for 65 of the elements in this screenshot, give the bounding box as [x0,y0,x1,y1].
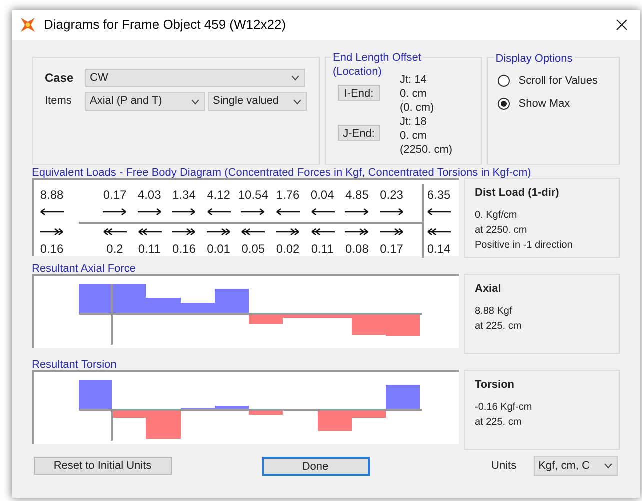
joint-label: Jt: 14 [400,73,428,87]
torsion-value: 0.05 [242,241,266,258]
items-label: Items [45,94,73,110]
offset-value: 0. cm [400,129,428,143]
case-dropdown[interactable]: CW [85,69,305,87]
info-title: Dist Load (1-dir) [475,186,560,201]
force-value: 1.76 [276,187,300,204]
info-text: at 225. cm [475,320,523,334]
window-title: Diagrams for Frame Object 459 (W12x22) [44,16,286,34]
info-text: 0. Kgf/cm [475,208,518,222]
close-icon[interactable] [616,19,628,31]
joint-label: Jt: 18 [400,115,428,129]
force-value: 0.17 [103,187,127,204]
info-title: Axial [475,282,502,297]
force-value: 4.85 [346,187,369,204]
units-dropdown[interactable]: Kgf, cm, C [534,456,618,476]
info-text: Positive in -1 direction [475,238,574,252]
torsion-value: 0.11 [138,241,161,258]
group-title: Display Options [494,51,575,68]
radio-button[interactable] [498,75,510,88]
torsion-value: 0.11 [311,241,334,258]
info-text: at 225. cm [475,416,523,430]
section-title: Equivalent Loads - Free Body Diagram (Concentrated Forces in Kgf, Concentrated Torsions in Kgf-cm) [32,167,532,179]
radio-button[interactable] [498,98,510,110]
option-label[interactable]: Show Max [518,96,570,112]
torsion-value: 0.14 [427,241,451,258]
caret-icon [291,75,300,81]
force-value: 4.12 [207,187,230,204]
caret-icon [293,98,302,104]
force-value: 0.23 [380,187,404,204]
info-title: Torsion [475,378,516,393]
group-title: End Length Offset [332,51,422,65]
offset-value: 0. cm [400,87,428,101]
torsion-value: 0.02 [276,241,300,258]
items-dropdown[interactable]: Axial (P and T) [85,92,205,111]
force-value: 8.88 [40,187,64,204]
reset-units-button[interactable]: Reset to Initial Units [34,457,172,475]
force-value: 0.04 [310,187,334,204]
info-text: at 2250. cm [475,224,528,238]
force-value: 6.35 [427,187,451,204]
location-value: (0. cm) [400,101,436,115]
i-end-button[interactable]: I-End: [338,85,380,101]
mode-dropdown[interactable]: Single valued [208,92,307,111]
torsion-value: 0.08 [346,241,369,258]
caret-icon [191,98,200,104]
done-button[interactable]: Done [262,456,370,476]
caret-icon [604,463,613,469]
section-title: Resultant Torsion [32,359,117,371]
force-value: 4.03 [138,187,162,204]
j-end-button[interactable]: J-End: [338,125,380,141]
force-value: 10.54 [238,187,268,204]
info-text: 8.88 Kgf [475,304,514,318]
torsion-value: 0.16 [40,241,64,258]
torsion-value: 0.16 [172,241,196,258]
app-logo-icon [20,17,36,33]
section-title: Resultant Axial Force [32,263,136,275]
torsion-value: 0.17 [380,241,404,258]
torsion-value: 0.2 [106,241,124,258]
info-text: -0.16 Kgf-cm [475,400,534,414]
force-value: 1.34 [172,187,196,204]
units-label: Units [492,458,517,474]
option-label[interactable]: Scroll for Values [518,73,598,90]
torsion-value: 0.01 [207,241,230,258]
location-value: (2250. cm) [400,143,453,157]
case-label: Case [45,70,75,87]
